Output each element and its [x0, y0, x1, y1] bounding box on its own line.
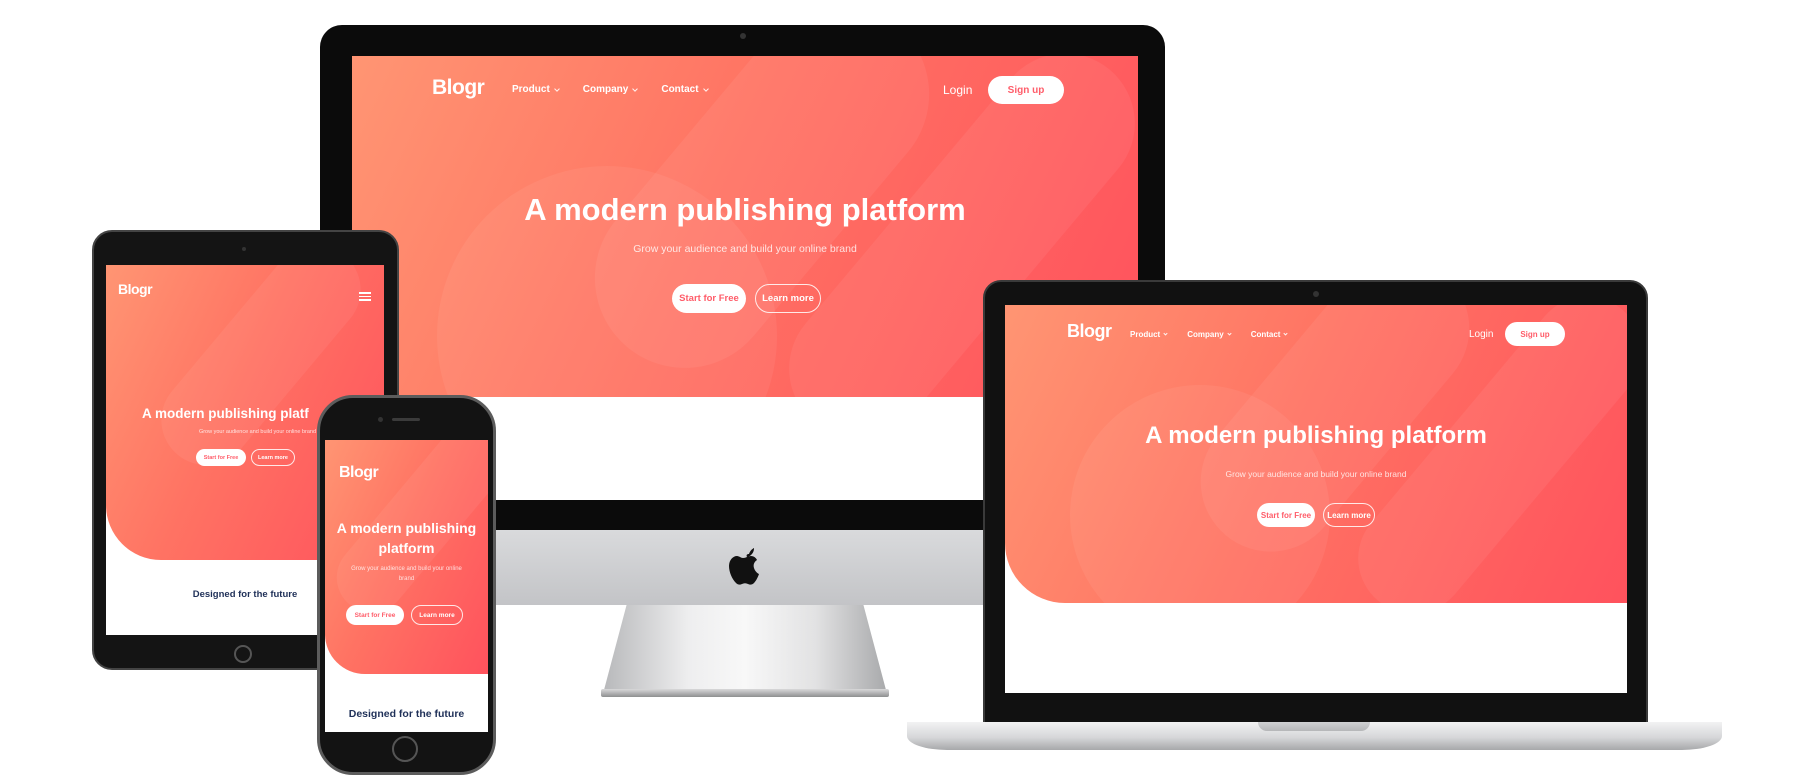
nav-item-company[interactable]: Company: [582, 84, 639, 95]
learn-more-button[interactable]: Learn more: [251, 449, 295, 466]
nav-item-label: Product: [512, 84, 550, 95]
chevron-down-icon: [1227, 331, 1232, 336]
tablet-home-button[interactable]: [234, 645, 252, 663]
laptop-camera: [1313, 291, 1319, 297]
hamburger-menu-icon[interactable]: [359, 292, 371, 303]
main-nav: Product Company Contact: [512, 84, 709, 95]
chevron-down-icon: [1163, 331, 1168, 336]
chevron-down-icon: [702, 85, 709, 92]
main-nav: Product Company Contact: [1130, 330, 1289, 339]
site-logo[interactable]: Blogr: [432, 76, 485, 100]
hero-subtitle-line2: brand: [398, 576, 415, 582]
nav-item-product[interactable]: Product: [1130, 330, 1168, 339]
nav-item-label: Contact: [661, 84, 699, 95]
login-link[interactable]: Login: [1469, 329, 1493, 340]
nav-item-label: Product: [1130, 330, 1161, 339]
hero-headline-line1: A modern publishing: [336, 520, 477, 536]
site-logo[interactable]: Blogr: [118, 281, 153, 297]
nav-item-contact[interactable]: Contact: [1250, 330, 1289, 339]
start-free-button[interactable]: Start for Free: [672, 284, 746, 313]
hero-subtitle-line1: Grow your audience and build your online: [351, 566, 462, 572]
phone-home-button[interactable]: [392, 736, 418, 762]
imac-stand: [604, 605, 886, 690]
nav-item-label: Company: [1187, 330, 1224, 339]
site-logo[interactable]: Blogr: [339, 464, 379, 482]
imac-camera: [740, 33, 746, 39]
laptop-hero: Blogr Product Company Contact Login Sign…: [1005, 305, 1627, 603]
nav-item-label: Company: [582, 84, 629, 95]
hero-headline: A modern publishing platform: [1145, 422, 1487, 449]
site-logo[interactable]: Blogr: [1067, 321, 1112, 342]
signup-button[interactable]: Sign up: [1505, 322, 1565, 346]
phone-camera: [378, 417, 383, 422]
tablet-camera: [242, 247, 246, 251]
nav-item-company[interactable]: Company: [1187, 330, 1232, 339]
laptop-screen: Blogr Product Company Contact Login Sign…: [1005, 305, 1627, 693]
laptop-notch: [1258, 722, 1370, 731]
nav-item-product[interactable]: Product: [512, 84, 560, 95]
chevron-down-icon: [553, 85, 560, 92]
section-title: Designed for the future: [348, 708, 465, 720]
phone-hero: Blogr A modern publishing platform Grow …: [325, 440, 488, 674]
phone-speaker: [392, 418, 420, 421]
hero-subtitle: Grow your audience and build your online…: [1225, 469, 1407, 479]
chevron-down-icon: [632, 85, 639, 92]
imac-foot: [601, 689, 889, 697]
signup-button[interactable]: Sign up: [988, 76, 1064, 104]
start-free-button[interactable]: Start for Free: [346, 605, 404, 625]
hero-subtitle: Grow your audience and build your online…: [633, 243, 857, 255]
learn-more-button[interactable]: Learn more: [411, 605, 463, 625]
start-free-button[interactable]: Start for Free: [196, 449, 246, 466]
nav-item-contact[interactable]: Contact: [661, 84, 709, 95]
learn-more-button[interactable]: Learn more: [1323, 503, 1375, 527]
hero-headline-line2: platform: [378, 540, 435, 556]
apple-logo-icon: [729, 548, 759, 585]
nav-item-label: Contact: [1250, 330, 1281, 339]
chevron-down-icon: [1283, 331, 1289, 336]
login-link[interactable]: Login: [943, 83, 972, 97]
hero-headline: A modern publishing platform: [524, 192, 966, 227]
phone-screen: Blogr A modern publishing platform Grow …: [325, 440, 488, 732]
start-free-button[interactable]: Start for Free: [1257, 503, 1315, 527]
learn-more-button[interactable]: Learn more: [755, 284, 821, 313]
